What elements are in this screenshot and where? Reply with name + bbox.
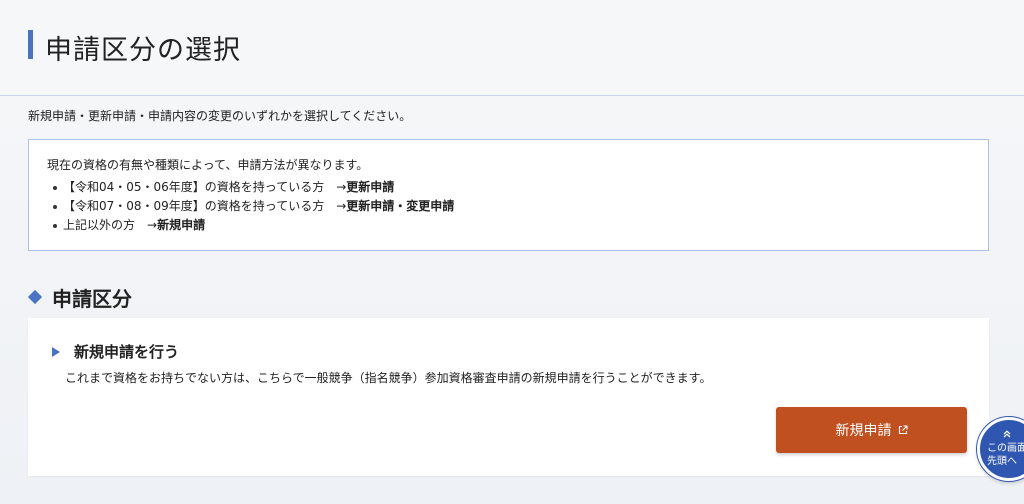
new-application-button-label: 新規申請 xyxy=(835,423,892,439)
back-to-top-line2: 先頭へ xyxy=(987,456,1017,467)
info-lead: 現在の資格の有無や種類によって、申請方法が異なります。 xyxy=(47,158,369,172)
double-chevron-up-icon xyxy=(1003,430,1011,438)
diamond-icon xyxy=(27,289,43,305)
page-title: 申請区分の選択 xyxy=(45,35,241,66)
page: 申請区分の選択 新規申請・更新申請・申請内容の変更のいずれかを選択してください。… xyxy=(0,0,1024,504)
info-box: 現在の資格の有無や種類によって、申請方法が異なります。 【令和04・05・06年… xyxy=(28,139,989,251)
section-title: 申請区分 xyxy=(52,286,132,311)
title-accent-bar xyxy=(28,30,33,59)
info-list-item: 【令和07・08・09年度】の資格を持っている方 →更新申請・変更申請 xyxy=(47,197,970,216)
back-to-top-line1: この画面 xyxy=(987,443,1024,454)
info-list-item: 【令和04・05・06年度】の資格を持っている方 →更新申請 xyxy=(47,178,970,197)
new-application-button[interactable]: 新規申請 xyxy=(776,407,967,453)
info-list-item: 上記以外の方 →新規申請 xyxy=(47,216,970,235)
triangle-right-icon xyxy=(52,346,60,357)
section-heading: 申請区分 xyxy=(27,284,132,311)
card-heading: 新規申請を行う xyxy=(52,341,179,362)
page-header: 申請区分の選択 xyxy=(0,0,1024,96)
card-title: 新規申請を行う xyxy=(74,343,180,361)
card-description: これまで資格をお持ちでない方は、こちらで一般競争（指名競争）参加資格審査申請の新… xyxy=(65,371,712,385)
intro-text: 新規申請・更新申請・申請内容の変更のいずれかを選択してください。 xyxy=(28,109,412,123)
application-card: 新規申請を行う これまで資格をお持ちでない方は、こちらで一般競争（指名競争）参加… xyxy=(28,318,989,476)
info-list: 【令和04・05・06年度】の資格を持っている方 →更新申請 【令和07・08・… xyxy=(47,178,970,235)
external-link-icon xyxy=(898,425,908,435)
